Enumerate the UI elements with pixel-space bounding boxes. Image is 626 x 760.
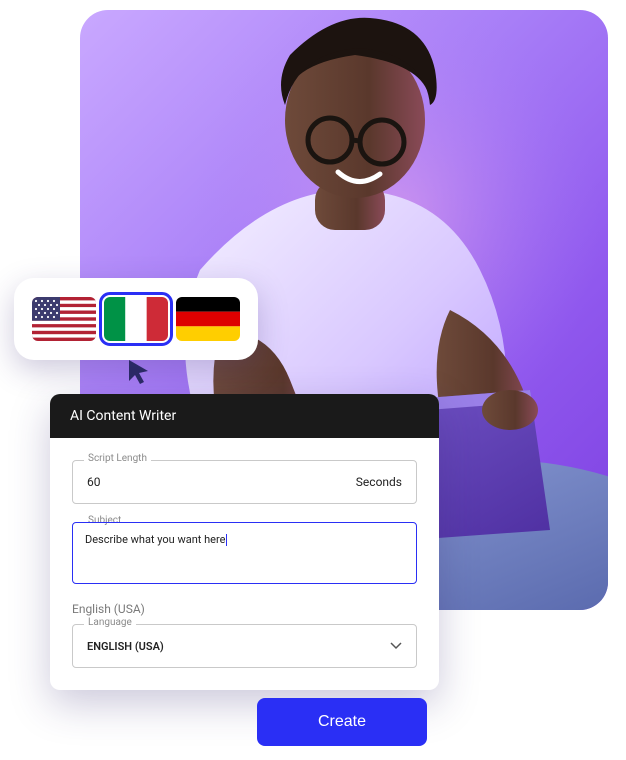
ai-content-writer-panel: AI Content Writer Script Length 60 Secon…: [50, 394, 439, 690]
create-button-label: Create: [318, 713, 366, 731]
flag-us[interactable]: [32, 297, 96, 341]
create-button[interactable]: Create: [257, 698, 427, 746]
text-caret: [226, 534, 227, 546]
flag-it[interactable]: [104, 297, 168, 341]
subject-placeholder: Describe what you want here: [85, 533, 225, 546]
subject-field[interactable]: Subject Describe what you want here: [72, 522, 417, 584]
language-group-label: English (USA): [72, 602, 417, 616]
language-field[interactable]: Language ENGLISH (USA): [72, 624, 417, 668]
language-value: ENGLISH (USA): [87, 640, 164, 653]
script-length-field[interactable]: Script Length 60 Seconds: [72, 460, 417, 504]
script-length-value: 60: [87, 475, 101, 489]
cursor-icon: [126, 358, 152, 384]
script-length-label: Script Length: [84, 453, 151, 464]
script-length-unit: Seconds: [356, 475, 402, 489]
panel-title: AI Content Writer: [50, 394, 439, 438]
flag-de[interactable]: [176, 297, 240, 341]
language-flag-picker: [14, 278, 258, 360]
chevron-down-icon: [390, 640, 402, 652]
language-label: Language: [84, 617, 136, 628]
